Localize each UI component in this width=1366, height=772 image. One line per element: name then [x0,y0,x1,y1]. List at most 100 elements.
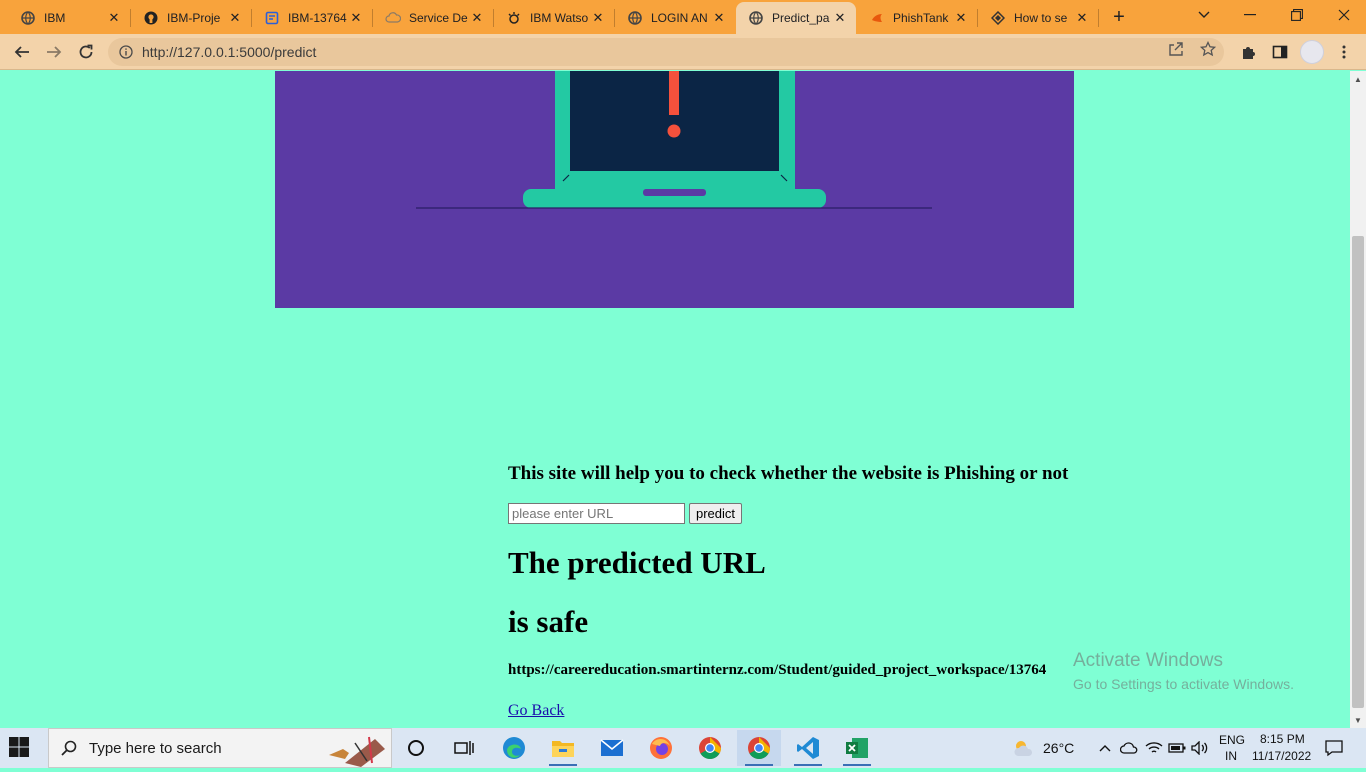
tab-ibm-project[interactable]: IBM-Proje ✕ [131,4,251,32]
tab-title: How to se [1014,11,1068,25]
document-icon [264,10,280,26]
bookmark-star-icon[interactable] [1199,40,1217,58]
laptop-alert-illustration [416,71,932,209]
vscode-icon[interactable] [786,730,830,766]
tab-ibm-watson[interactable]: IBM Watso ✕ [494,4,614,32]
language-primary[interactable]: ENG [1219,733,1245,747]
firefox-icon[interactable] [639,730,683,766]
tab-title: Predict_pa [772,11,830,25]
weather-temperature[interactable]: 26°C [1043,740,1074,756]
url-check-form: predict [508,503,743,524]
activate-windows-title: Activate Windows [1073,650,1223,671]
address-bar[interactable]: http://127.0.0.1:5000/predict [108,38,1224,66]
clock-time[interactable]: 8:15 PM [1260,732,1305,746]
clock-date[interactable]: 11/17/2022 [1252,749,1311,763]
hero-illustration [275,71,1074,308]
forward-button[interactable] [42,40,66,64]
phishtank-icon [869,10,885,26]
restore-button[interactable] [1283,4,1311,26]
weather-icon[interactable] [1012,736,1036,760]
chrome-icon[interactable] [688,730,732,766]
site-info-icon[interactable] [112,38,140,66]
excel-icon[interactable] [835,730,879,766]
close-tab-icon[interactable]: ✕ [1074,10,1090,26]
globe-icon [748,10,764,26]
tab-phishtank[interactable]: PhishTank ✕ [857,4,977,32]
taskbar-search-box[interactable]: Type here to search [48,728,392,768]
scroll-thumb[interactable] [1352,236,1364,708]
intro-text: This site will help you to check whether… [508,463,1069,484]
go-back-link[interactable]: Go Back [508,702,564,720]
tab-separator [1098,9,1099,27]
close-tab-icon[interactable]: ✕ [227,10,243,26]
search-highlight-hiking-icon [319,733,391,772]
minimize-button[interactable] [1236,4,1264,26]
close-tab-icon[interactable]: ✕ [469,10,485,26]
github-icon [143,10,159,26]
address-text: http://127.0.0.1:5000/predict [142,44,317,60]
tab-title: IBM-Proje [167,11,221,25]
tab-title: IBM [44,11,66,25]
battery-icon[interactable] [1168,739,1186,757]
chrome-active-icon[interactable] [737,730,781,766]
tab-title: IBM Watso [530,11,589,25]
url-input[interactable] [508,503,685,524]
tab-login[interactable]: LOGIN AN ✕ [615,4,735,32]
tab-title: LOGIN AN [651,11,708,25]
cortana-icon[interactable] [394,730,438,766]
close-tab-icon[interactable]: ✕ [832,10,848,26]
close-tab-icon[interactable]: ✕ [711,10,727,26]
tab-service-desk[interactable]: Service De ✕ [373,4,493,32]
activate-windows-subtitle: Go to Settings to activate Windows. [1073,676,1294,692]
onedrive-cloud-icon[interactable] [1120,739,1138,757]
close-tab-icon[interactable]: ✕ [953,10,969,26]
checked-url-text: https://careereducation.smartinternz.com… [508,662,1047,678]
windows-taskbar: Type here to search 26°C ENG IN 8:15 PM … [0,728,1366,768]
share-icon[interactable] [1167,40,1185,58]
tab-ibm-13764[interactable]: IBM-13764 ✕ [252,4,372,32]
new-tab-button[interactable]: + [1108,6,1130,28]
result-heading: The predicted URL [508,545,766,580]
close-tab-icon[interactable]: ✕ [106,10,122,26]
diamond-icon [990,10,1006,26]
volume-icon[interactable] [1191,739,1209,757]
close-tab-icon[interactable]: ✕ [590,10,606,26]
chevron-up-icon[interactable] [1096,739,1114,757]
watson-icon [506,10,522,26]
tab-title: PhishTank [893,11,949,25]
task-view-icon[interactable] [442,730,486,766]
vertical-scrollbar[interactable]: ▲ ▼ [1350,71,1366,728]
wifi-icon[interactable] [1145,739,1163,757]
scroll-up-arrow-icon[interactable]: ▲ [1350,71,1366,87]
cloud-icon [385,10,401,26]
page-viewport: This site will help you to check whether… [0,71,1350,728]
file-explorer-icon[interactable] [541,730,585,766]
predict-button[interactable]: predict [689,503,743,524]
back-button[interactable] [10,40,34,64]
scroll-down-arrow-icon[interactable]: ▼ [1350,712,1366,728]
globe-icon [627,10,643,26]
notifications-icon[interactable] [1324,738,1344,758]
edge-icon[interactable] [492,730,536,766]
search-placeholder: Type here to search [89,739,222,757]
more-menu-icon[interactable] [1334,42,1354,62]
side-panel-icon[interactable] [1270,42,1290,62]
tab-search-chevron-icon[interactable] [1190,4,1218,26]
profile-avatar[interactable] [1300,40,1324,64]
globe-icon [20,10,36,26]
tab-title: IBM-13764 [288,11,347,25]
tab-title: Service De [409,11,468,25]
reload-button[interactable] [74,40,98,64]
language-region[interactable]: IN [1225,749,1237,763]
result-verdict: is safe [508,604,589,639]
mail-icon[interactable] [590,730,634,766]
tab-ibm[interactable]: IBM ✕ [8,4,130,32]
search-icon [49,740,89,756]
extensions-puzzle-icon[interactable] [1238,42,1258,62]
tab-predict-page[interactable]: Predict_pa ✕ [736,2,856,34]
close-window-button[interactable] [1330,4,1358,26]
close-tab-icon[interactable]: ✕ [348,10,364,26]
windows-start-icon[interactable] [8,736,32,760]
tab-how-to[interactable]: How to se ✕ [978,4,1098,32]
browser-toolbar: http://127.0.0.1:5000/predict [0,34,1366,70]
